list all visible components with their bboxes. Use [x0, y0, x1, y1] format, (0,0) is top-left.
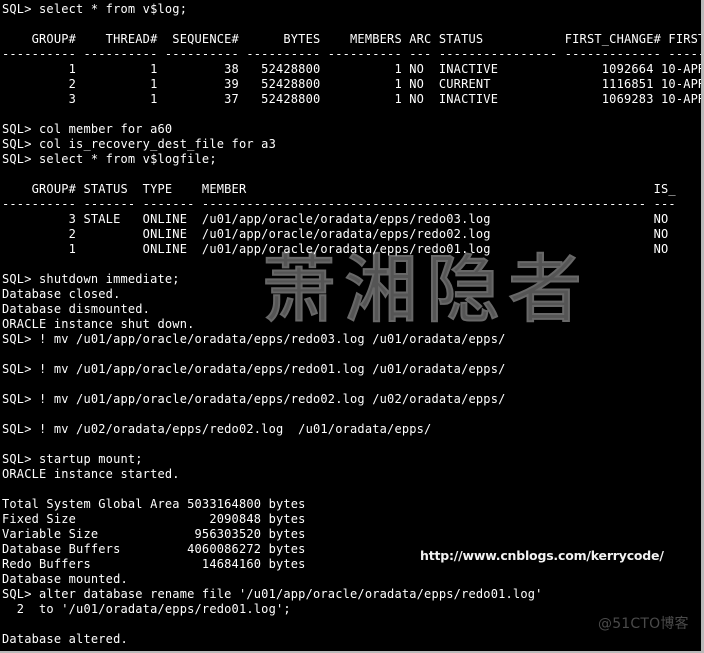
terminal-line: ---------- ------- ------- -------------…	[2, 197, 676, 211]
terminal-line: SQL> select * from v$logfile;	[2, 152, 217, 166]
terminal-line: Variable Size 956303520 bytes	[2, 527, 306, 541]
terminal-line: SQL> startup mount;	[2, 452, 143, 466]
terminal-line: 2 to '/u01/oradata/epps/redo01.log';	[2, 602, 291, 616]
terminal-line: Database mounted.	[2, 572, 128, 586]
terminal-line: Redo Buffers 14684160 bytes	[2, 557, 306, 571]
terminal-line: ORACLE instance shut down.	[2, 317, 195, 331]
terminal-line: 2 1 39 52428800 1 NO CURRENT 1116851 10-…	[2, 77, 704, 91]
terminal-line: Database dismounted.	[2, 302, 151, 316]
terminal-line: SQL> col is_recovery_dest_file for a3	[2, 137, 276, 151]
terminal-line: SQL> select * from v$log;	[2, 2, 188, 16]
terminal-line: 1 1 38 52428800 1 NO INACTIVE 1092664 10…	[2, 62, 704, 76]
terminal-output[interactable]: SQL> select * from v$log; GROUP# THREAD#…	[0, 0, 704, 647]
terminal-line: Fixed Size 2090848 bytes	[2, 512, 306, 526]
terminal-line: 3 STALE ONLINE /u01/app/oracle/oradata/e…	[2, 212, 669, 226]
terminal-line: SQL> ! mv /u02/oradata/epps/redo02.log /…	[2, 422, 432, 436]
terminal-line: Total System Global Area 5033164800 byte…	[2, 497, 306, 511]
terminal-line: Database Buffers 4060086272 bytes	[2, 542, 306, 556]
terminal-line: ORACLE instance started.	[2, 467, 180, 481]
terminal-line: GROUP# STATUS TYPE MEMBER IS_	[2, 182, 676, 196]
terminal-line: Database closed.	[2, 287, 121, 301]
terminal-line: Database altered.	[2, 632, 128, 646]
terminal-line: SQL> alter database rename file '/u01/ap…	[2, 587, 543, 601]
terminal-line: SQL> shutdown immediate;	[2, 272, 180, 286]
terminal-line: 1 ONLINE /u01/app/oracle/oradata/epps/re…	[2, 242, 669, 256]
terminal-line: SQL> ! mv /u01/app/oracle/oradata/epps/r…	[2, 362, 506, 376]
terminal-line: SQL> ! mv /u01/app/oracle/oradata/epps/r…	[2, 392, 506, 406]
terminal-line: 3 1 37 52428800 1 NO INACTIVE 1069283 10…	[2, 92, 704, 106]
terminal-line: 2 ONLINE /u01/app/oracle/oradata/epps/re…	[2, 227, 669, 241]
terminal-window[interactable]: 萧湘隐者 SQL> select * from v$log; GROUP# TH…	[0, 0, 704, 653]
terminal-line: GROUP# THREAD# SEQUENCE# BYTES MEMBERS A…	[2, 32, 704, 46]
terminal-line: SQL> col member for a60	[2, 122, 173, 136]
terminal-line: SQL> ! mv /u01/app/oracle/oradata/epps/r…	[2, 332, 506, 346]
terminal-line: ---------- ---------- ---------- -------…	[2, 47, 704, 61]
